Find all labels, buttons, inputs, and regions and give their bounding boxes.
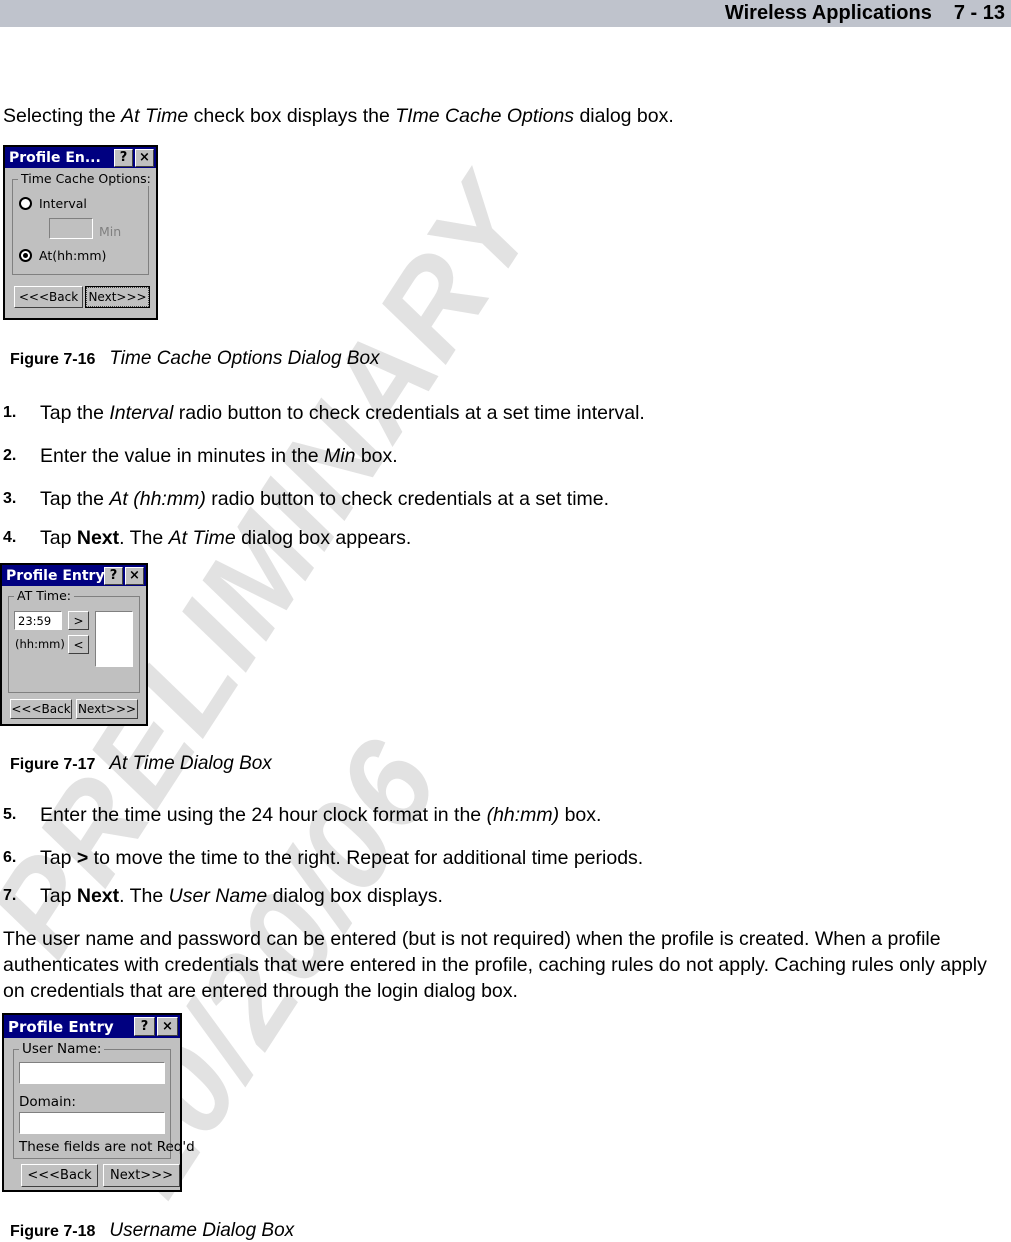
min-input[interactable] xyxy=(49,218,93,239)
step-item: 6. Tap > to move the time to the right. … xyxy=(3,845,943,871)
step-item: 3. Tap the At (hh:mm) radio button to ch… xyxy=(3,486,943,512)
step-text: Tap the At (hh:mm) radio button to check… xyxy=(40,488,610,510)
dialog-titlebar: Profile En... ? × xyxy=(5,147,156,168)
step-text: Tap the Interval radio button to check c… xyxy=(40,402,645,424)
dialog-titlebar: Profile Entry ? × xyxy=(4,1015,180,1038)
figure-label: Figure 7-17 xyxy=(10,756,96,773)
dialog-body: User Name: Domain: These fields are not … xyxy=(4,1038,195,1190)
group-label: Time Cache Options: xyxy=(18,171,154,186)
move-right-label: > xyxy=(73,613,84,628)
figure-caption-7-18: Figure 7-18 Username Dialog Box xyxy=(10,1220,294,1242)
selected-times-listbox[interactable] xyxy=(95,611,133,667)
back-button[interactable]: <<<Back xyxy=(21,1164,98,1187)
intro-mid: check box displays the xyxy=(188,105,396,127)
step-text: Tap Next. The User Name dialog box displ… xyxy=(40,885,443,907)
step-number: 4. xyxy=(3,529,17,546)
figure-title: At Time Dialog Box xyxy=(109,753,272,774)
step-number: 5. xyxy=(3,806,17,823)
next-button-label: Next>>> xyxy=(77,702,137,716)
radio-at-hhmm-label: At(hh:mm) xyxy=(39,248,107,263)
move-right-button[interactable]: > xyxy=(68,611,89,630)
step-item: 4. Tap Next. The At Time dialog box appe… xyxy=(3,525,943,551)
dialog-titlebar: Profile Entry ? × xyxy=(2,565,146,586)
min-label: Min xyxy=(99,224,122,239)
domain-label: Domain: xyxy=(19,1094,76,1110)
radio-indicator-checked xyxy=(19,249,32,262)
page-header-bar: Wireless Applications 7 - 13 xyxy=(0,0,1011,27)
close-icon[interactable]: × xyxy=(125,566,144,585)
group-label: AT Time: xyxy=(14,588,74,603)
next-button[interactable]: Next>>> xyxy=(85,286,150,308)
radio-indicator-unchecked xyxy=(19,197,32,210)
intro-suffix: dialog box. xyxy=(574,105,674,127)
dialog-body: Time Cache Options: Interval Min At(hh:m… xyxy=(5,168,156,318)
step-number: 6. xyxy=(3,849,17,866)
fields-not-required-note: These fields are not Req'd xyxy=(19,1139,195,1155)
radio-interval-label: Interval xyxy=(39,196,87,211)
dialog-title: Profile Entry xyxy=(6,567,104,584)
step-text: Tap > to move the time to the right. Rep… xyxy=(40,847,644,869)
next-button-label: Next>>> xyxy=(86,287,149,307)
figure-label: Figure 7-18 xyxy=(10,1223,96,1240)
help-button[interactable]: ? xyxy=(114,148,133,167)
figure-title: Time Cache Options Dialog Box xyxy=(109,348,380,369)
move-left-button[interactable]: < xyxy=(68,635,89,654)
closing-paragraph: The user name and password can be entere… xyxy=(3,928,987,1002)
figure-caption-7-16: Figure 7-16 Time Cache Options Dialog Box xyxy=(10,348,380,370)
step-item: 5. Enter the time using the 24 hour cloc… xyxy=(3,802,943,828)
back-button-label: <<<Back xyxy=(18,290,79,304)
next-button[interactable]: Next>>> xyxy=(76,699,138,719)
step-text: Tap Next. The At Time dialog box appears… xyxy=(40,527,412,549)
close-icon[interactable]: × xyxy=(157,1017,178,1036)
group-label: User Name: xyxy=(19,1041,105,1057)
page-title: Wireless Applications xyxy=(724,2,932,24)
dialog-title: Profile En... xyxy=(9,149,101,166)
next-button[interactable]: Next>>> xyxy=(103,1164,180,1187)
domain-input[interactable] xyxy=(19,1112,165,1134)
step-number: 1. xyxy=(3,404,17,421)
help-button[interactable]: ? xyxy=(134,1017,155,1036)
figure-caption-7-17: Figure 7-17 At Time Dialog Box xyxy=(10,753,272,775)
figure-label: Figure 7-16 xyxy=(10,351,96,368)
back-button-label: <<<Back xyxy=(27,1168,92,1183)
next-button-label: Next>>> xyxy=(110,1168,173,1183)
time-input[interactable]: 23:59 xyxy=(14,611,62,630)
step-number: 7. xyxy=(3,887,17,904)
dialog-username[interactable]: Profile Entry ? × User Name: Domain: The… xyxy=(2,1013,195,1192)
intro-emphasis-at-time: At Time xyxy=(121,105,189,127)
help-button[interactable]: ? xyxy=(104,566,123,585)
back-button-label: <<<Back xyxy=(11,702,71,716)
step-text: Enter the value in minutes in the Min bo… xyxy=(40,445,398,467)
step-number: 2. xyxy=(3,447,17,464)
back-button[interactable]: <<<Back xyxy=(10,699,72,719)
page-number: 7 - 13 xyxy=(953,2,1005,24)
step-number: 3. xyxy=(3,490,17,507)
intro-paragraph: Selecting the At Time check box displays… xyxy=(3,103,903,130)
close-icon[interactable]: × xyxy=(135,148,154,167)
step-item: 2. Enter the value in minutes in the Min… xyxy=(3,443,943,469)
radio-interval[interactable]: Interval xyxy=(19,196,87,211)
dialog-body: AT Time: 23:59 (hh:mm) > < <<<Back Next>… xyxy=(2,586,146,724)
step-text: Enter the time using the 24 hour clock f… xyxy=(40,804,602,826)
move-left-label: < xyxy=(73,637,84,652)
step-item: 1. Tap the Interval radio button to chec… xyxy=(3,400,943,426)
radio-at-hhmm[interactable]: At(hh:mm) xyxy=(19,248,106,263)
dialog-title: Profile Entry xyxy=(8,1017,114,1036)
dialog-at-time[interactable]: Profile Entry ? × AT Time: 23:59 (hh:mm)… xyxy=(0,563,148,726)
back-button[interactable]: <<<Back xyxy=(14,286,83,308)
time-format-label: (hh:mm) xyxy=(15,637,65,651)
dialog-time-cache-options[interactable]: Profile En... ? × Time Cache Options: In… xyxy=(3,145,158,320)
figure-title: Username Dialog Box xyxy=(109,1220,295,1241)
intro-prefix: Selecting the xyxy=(3,105,122,127)
intro-emphasis-time-cache-options: TIme Cache Options xyxy=(395,105,575,127)
step-item: 7. Tap Next. The User Name dialog box di… xyxy=(3,883,943,909)
username-input[interactable] xyxy=(19,1062,165,1084)
